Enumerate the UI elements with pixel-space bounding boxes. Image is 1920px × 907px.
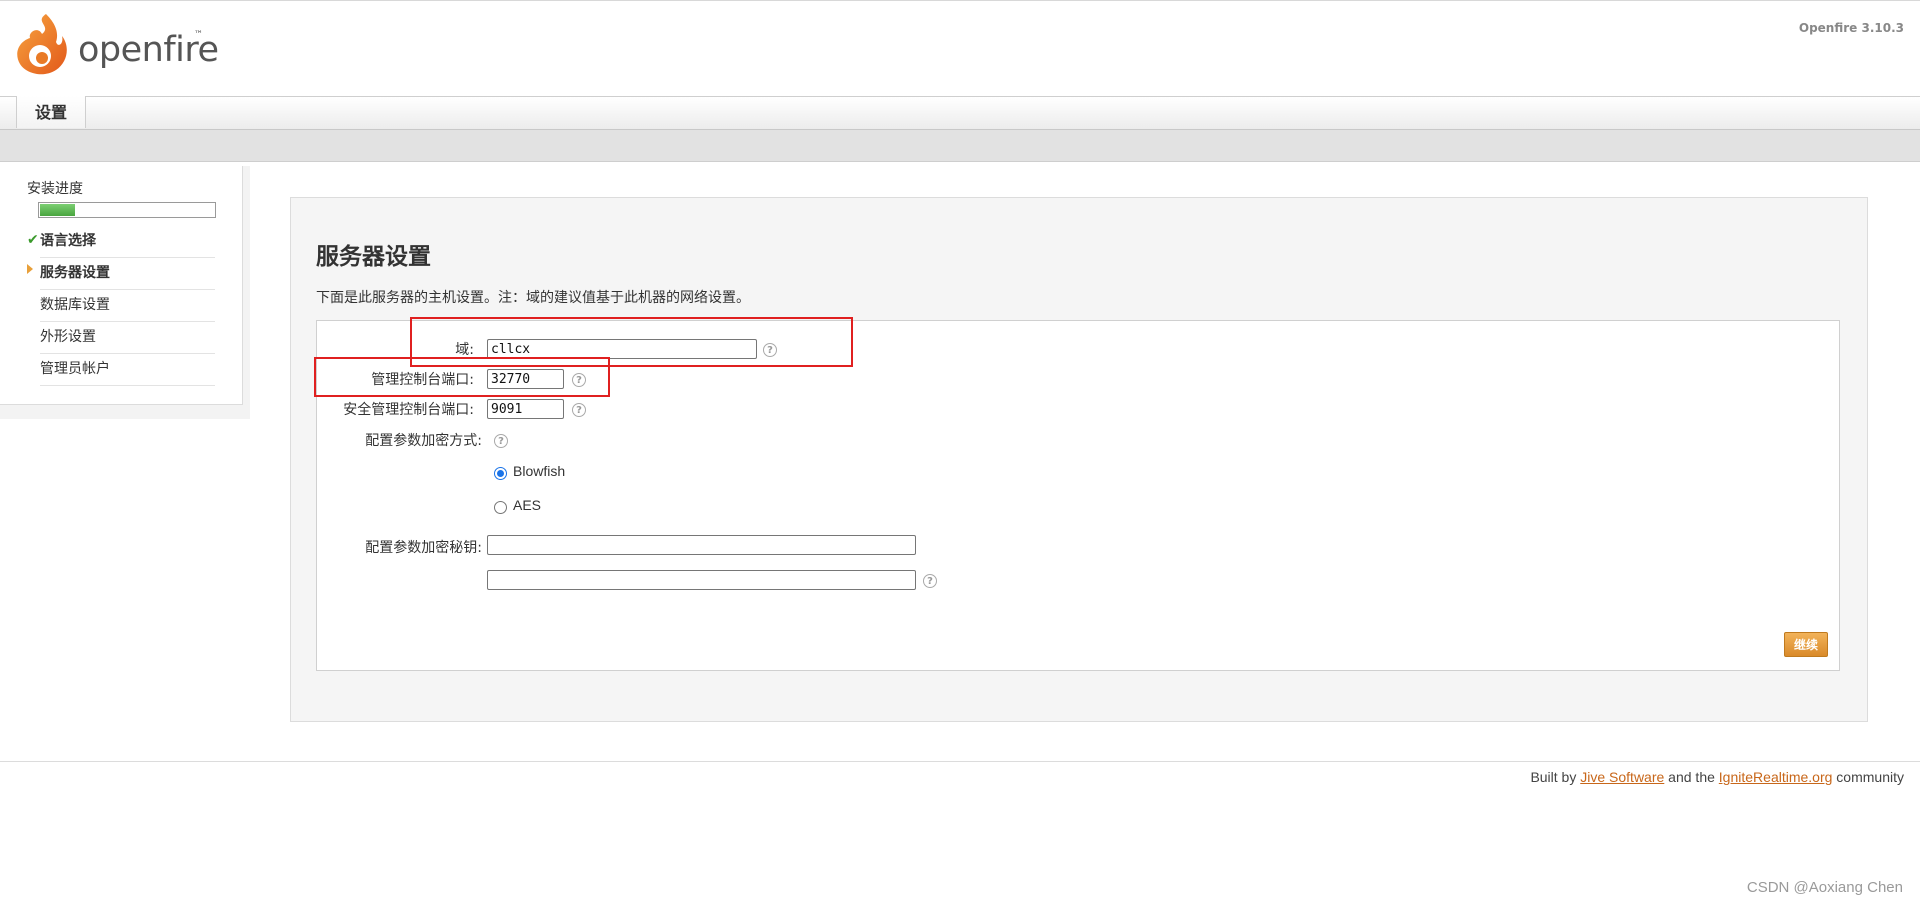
sidebar-item-admin-account[interactable]: 管理员帐户 [40, 354, 215, 386]
help-icon[interactable]: ? [923, 574, 937, 588]
footer: Built by Jive Software and the IgniteRea… [1530, 769, 1904, 785]
page-title: 服务器设置 [316, 244, 431, 270]
check-icon: ✔ [27, 232, 39, 248]
secure-admin-port-label: 安全管理控制台端口: [343, 402, 474, 418]
footer-middle: and the [1664, 769, 1719, 785]
radio-aes-label: AES [513, 497, 542, 513]
csdn-watermark: CSDN @Aoxiang Chen [1746, 879, 1903, 896]
annotation-highlight-admin-port [314, 357, 610, 397]
footer-prefix: Built by [1530, 769, 1581, 785]
encryption-key-confirm-input[interactable] [487, 570, 916, 590]
sidebar-item-database-settings[interactable]: 数据库设置 [40, 290, 215, 322]
arrow-right-icon [27, 264, 33, 274]
sidebar-item-language[interactable]: 语言选择 [40, 226, 215, 258]
sidebar-item-server-settings[interactable]: 服务器设置 [40, 258, 215, 290]
footer-divider [0, 761, 1920, 762]
radio-blowfish[interactable] [494, 467, 507, 480]
install-progress-label: 安装进度 [27, 181, 83, 197]
install-progress-fill [40, 204, 75, 216]
version-label: Openfire 3.10.3 [1798, 21, 1904, 35]
top-border [0, 0, 1920, 1]
radio-blowfish-label: Blowfish [513, 463, 566, 479]
help-icon[interactable]: ? [494, 434, 508, 448]
jive-software-link[interactable]: Jive Software [1580, 769, 1664, 785]
sub-navigation-bar [0, 130, 1920, 162]
encryption-method-label: 配置参数加密方式: [365, 433, 482, 449]
tab-setup[interactable]: 设置 [16, 96, 86, 128]
encryption-key-label: 配置参数加密秘钥: [365, 540, 482, 556]
encryption-key-input[interactable] [487, 535, 916, 555]
continue-button[interactable]: 继续 [1784, 632, 1828, 657]
radio-aes[interactable] [494, 501, 507, 514]
footer-suffix: community [1832, 769, 1904, 785]
page-description: 下面是此服务器的主机设置。注：域的建议值基于此机器的网络设置。 [316, 290, 750, 306]
tab-bar [0, 96, 1920, 130]
logo-trademark: ™ [194, 30, 203, 40]
openfire-logo-icon [17, 14, 67, 75]
igniterealtime-link[interactable]: IgniteRealtime.org [1719, 769, 1833, 785]
sidebar-item-appearance-settings[interactable]: 外形设置 [40, 322, 215, 354]
secure-admin-port-input[interactable]: 9091 [487, 399, 564, 419]
help-icon[interactable]: ? [572, 403, 586, 417]
